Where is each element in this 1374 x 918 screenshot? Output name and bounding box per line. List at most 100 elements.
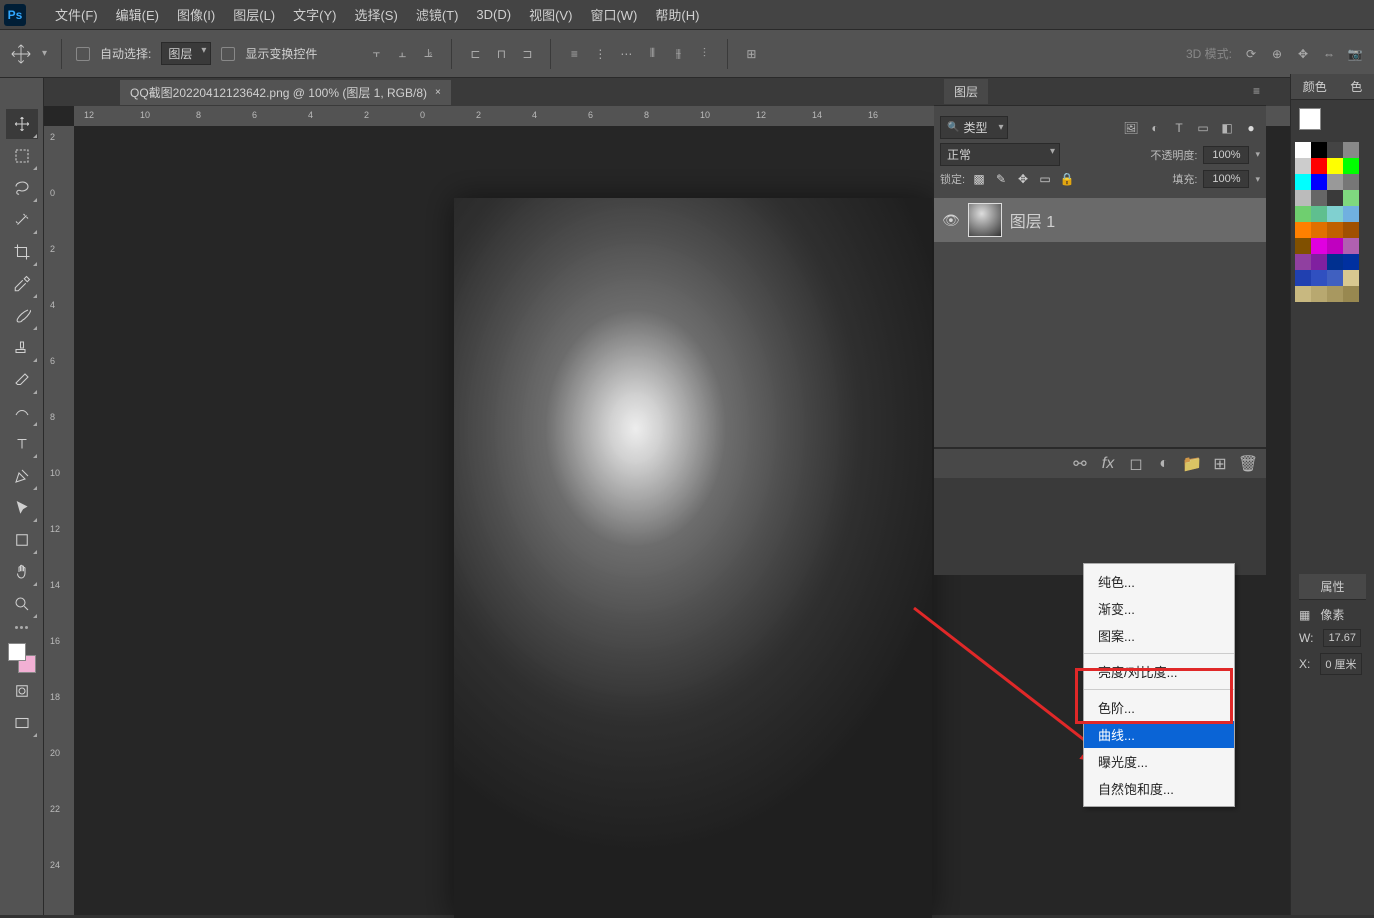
group-icon[interactable]: 📁 — [1184, 456, 1200, 472]
more-options-icon[interactable]: ⊞ — [742, 45, 760, 63]
opacity-input[interactable]: 100% — [1203, 146, 1249, 164]
3d-pan-icon[interactable]: ✥ — [1294, 45, 1312, 63]
crop-tool[interactable] — [6, 237, 38, 267]
eyedropper-tool[interactable] — [6, 269, 38, 299]
adjustment-layer-icon[interactable]: ◐ — [1156, 456, 1172, 472]
visibility-icon[interactable]: 👁 — [942, 212, 960, 229]
swatch[interactable] — [1295, 238, 1311, 254]
current-color-swatch[interactable] — [1299, 108, 1321, 130]
swatch[interactable] — [1343, 206, 1359, 222]
filter-toggle-icon[interactable]: ● — [1242, 119, 1260, 137]
swatch[interactable] — [1327, 286, 1343, 302]
dist-4-icon[interactable]: ⫴ — [643, 45, 661, 63]
layer-fx-icon[interactable]: fx — [1100, 456, 1116, 472]
swatch[interactable] — [1311, 254, 1327, 270]
dist-2-icon[interactable]: ⋮ — [591, 45, 609, 63]
menu-type[interactable]: 文字(Y) — [284, 5, 345, 24]
canvas-image[interactable] — [454, 198, 932, 918]
swatch[interactable] — [1327, 206, 1343, 222]
swatch[interactable] — [1295, 270, 1311, 286]
new-layer-icon[interactable]: ⊞ — [1212, 456, 1228, 472]
dist-6-icon[interactable]: ⫶ — [695, 45, 713, 63]
lock-pixels-icon[interactable]: ▩ — [971, 171, 987, 187]
swatch[interactable] — [1343, 286, 1359, 302]
align-bottom-icon[interactable]: ⫡ — [419, 45, 437, 63]
swatch[interactable] — [1343, 270, 1359, 286]
layer-row[interactable]: 👁 图层 1 — [934, 198, 1266, 242]
layer-thumbnail[interactable] — [968, 203, 1002, 237]
auto-select-checkbox[interactable] — [76, 47, 90, 61]
document-tab[interactable]: QQ截图20220412123642.png @ 100% (图层 1, RGB… — [120, 80, 451, 105]
layer-mask-icon[interactable]: ◻ — [1128, 456, 1144, 472]
swatch[interactable] — [1311, 222, 1327, 238]
ctx-item-3[interactable]: 亮度/对比度... — [1084, 658, 1234, 685]
filter-image-icon[interactable]: 🖼 — [1122, 119, 1140, 137]
3d-zoom-icon[interactable]: 📷 — [1346, 45, 1364, 63]
dist-5-icon[interactable]: ⫵ — [669, 45, 687, 63]
3d-orbit-icon[interactable]: ⟳ — [1242, 45, 1260, 63]
swatch[interactable] — [1327, 174, 1343, 190]
ctx-item-6[interactable]: 曝光度... — [1084, 748, 1234, 775]
swatch[interactable] — [1295, 206, 1311, 222]
pen-tool[interactable] — [6, 461, 38, 491]
swatch[interactable] — [1343, 254, 1359, 270]
swatch[interactable] — [1311, 238, 1327, 254]
menu-edit[interactable]: 编辑(E) — [107, 5, 168, 24]
edit-toolbar-icon[interactable] — [15, 626, 28, 629]
menu-select[interactable]: 选择(S) — [345, 5, 406, 24]
zoom-tool[interactable] — [6, 589, 38, 619]
swatch[interactable] — [1311, 206, 1327, 222]
align-left-icon[interactable]: ⊏ — [466, 45, 484, 63]
gradient-tool[interactable] — [6, 397, 38, 427]
align-top-icon[interactable]: ⫟ — [367, 45, 385, 63]
menu-layer[interactable]: 图层(L) — [224, 5, 284, 24]
move-tool[interactable] — [6, 109, 38, 139]
lasso-tool[interactable] — [6, 173, 38, 203]
dist-3-icon[interactable]: ⋯ — [617, 45, 635, 63]
swatch[interactable] — [1311, 142, 1327, 158]
swatch[interactable] — [1311, 158, 1327, 174]
ctx-item-2[interactable]: 图案... — [1084, 622, 1234, 649]
swatch[interactable] — [1311, 270, 1327, 286]
properties-tab[interactable]: 属性 — [1299, 574, 1366, 600]
menu-image[interactable]: 图像(I) — [168, 5, 224, 24]
delete-layer-icon[interactable]: 🗑 — [1240, 456, 1256, 472]
stamp-tool[interactable] — [6, 333, 38, 363]
ctx-item-0[interactable]: 纯色... — [1084, 568, 1234, 595]
swatch[interactable] — [1295, 222, 1311, 238]
ctx-item-7[interactable]: 自然饱和度... — [1084, 775, 1234, 802]
swatch[interactable] — [1311, 174, 1327, 190]
menu-file[interactable]: 文件(F) — [46, 5, 107, 24]
layer-filter-type[interactable]: 类型 — [940, 116, 1008, 139]
swatch[interactable] — [1343, 190, 1359, 206]
filter-smart-icon[interactable]: ◧ — [1218, 119, 1236, 137]
swatch[interactable] — [1343, 222, 1359, 238]
blend-mode-select[interactable]: 正常 — [940, 143, 1060, 166]
swatch[interactable] — [1343, 238, 1359, 254]
type-tool[interactable] — [6, 429, 38, 459]
link-layers-icon[interactable]: ⚯ — [1072, 456, 1088, 472]
swatch[interactable] — [1295, 190, 1311, 206]
menu-view[interactable]: 视图(V) — [520, 5, 581, 24]
magic-wand-tool[interactable] — [6, 205, 38, 235]
close-tab-icon[interactable]: × — [435, 87, 441, 98]
swatch[interactable] — [1327, 238, 1343, 254]
lock-artboard-icon[interactable]: ▭ — [1037, 171, 1053, 187]
swatch[interactable] — [1327, 222, 1343, 238]
shape-tool[interactable] — [6, 525, 38, 555]
x-value[interactable]: 0 厘米 — [1320, 653, 1361, 675]
3d-roll-icon[interactable]: ⊕ — [1268, 45, 1286, 63]
filter-adjust-icon[interactable]: ◐ — [1146, 119, 1164, 137]
menu-3d[interactable]: 3D(D) — [467, 7, 520, 22]
brush-tool[interactable] — [6, 301, 38, 331]
color-tab[interactable]: 颜色 — [1303, 78, 1327, 95]
lock-paint-icon[interactable]: ✎ — [993, 171, 1009, 187]
auto-select-target[interactable]: 图层 — [161, 42, 211, 65]
w-value[interactable]: 17.67 — [1323, 629, 1361, 647]
swatch[interactable] — [1343, 158, 1359, 174]
filter-shape-icon[interactable]: ▭ — [1194, 119, 1212, 137]
se-tab[interactable]: 色 — [1350, 78, 1362, 95]
color-swap[interactable] — [6, 641, 38, 675]
swatch[interactable] — [1327, 142, 1343, 158]
swatch[interactable] — [1343, 142, 1359, 158]
